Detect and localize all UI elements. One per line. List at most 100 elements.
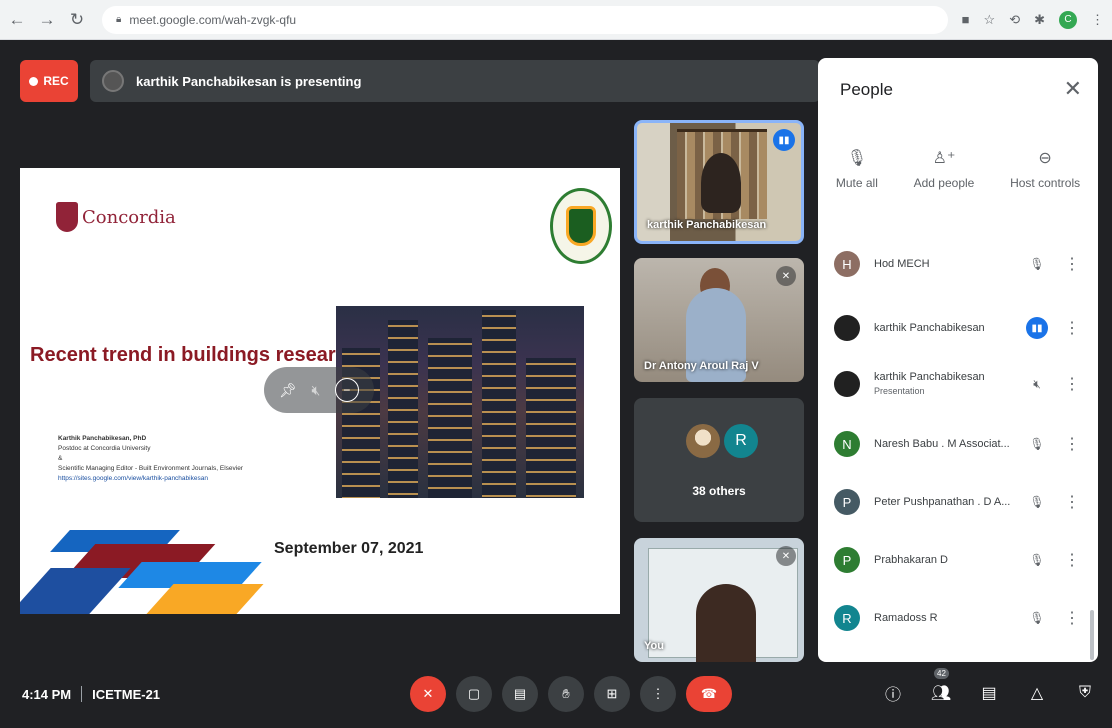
reload-icon[interactable]: ↻ [64,7,90,33]
add-person-icon: ♙⁺ [932,150,956,167]
participant-name-text: Hod MECH [874,258,930,270]
participant-name-text: Peter Pushpanathan . D A... [874,496,1011,508]
author-role: Postdoc at Concordia University [58,445,151,452]
speaking-indicator-icon: ▮▮ [773,129,795,151]
decorative-stripes [20,528,264,614]
mute-all-button[interactable]: 🎙︎ Mute all [836,148,878,190]
meeting-name: ICETME-21 [92,686,161,702]
phone-hangup-icon: ☎ [700,686,718,701]
more-icon[interactable]: ⋮ [1064,550,1080,570]
more-icon[interactable]: ⋮ [1064,608,1080,628]
mic-toggle-button[interactable]: ✕ [410,676,446,712]
mic-off-icon: ✕ [776,546,796,566]
sound-off-icon[interactable]: 🔇︎ [1026,373,1048,395]
top-banner: REC karthik Panchabikesan is presenting [20,60,820,102]
meeting-info: 4:14 PM ICETME-21 [22,686,160,702]
activities-button[interactable]: △ [1026,682,1048,704]
avatar [834,371,860,397]
mic-off-icon[interactable]: 🎙︎ [1026,607,1048,629]
extensions-area: ■ ☆ ⟲ ✱ C ⋮ [962,10,1104,29]
presenting-notice: karthik Panchabikesan is presenting [90,60,820,102]
slide-date: September 07, 2021 [274,540,424,557]
mic-off-icon: ✕ [422,686,434,701]
participant-name-text: karthik Panchabikesan [874,322,985,334]
more-icon[interactable]: ⋮ [1064,434,1080,454]
captions-icon: ▤ [513,686,527,701]
mic-off-icon: ✕ [776,266,796,286]
captions-button[interactable]: ▤ [502,676,538,712]
bottom-bar: 4:14 PM ICETME-21 ✕ ▢ ▤ ✋︎ ⊞ ⋮ ☎ ⓘ 👥︎ 42… [0,664,1112,728]
participant-name: karthik Panchabikesan Presentation [874,370,1014,398]
participant-row[interactable]: N Naresh Babu . M Associat... 🎙︎ ⋮ [818,416,1088,472]
participant-row[interactable]: karthik Panchabikesan Presentation 🔇︎ ⋮ [818,356,1088,412]
others-tile[interactable]: R 38 others [634,398,804,522]
activities-icon: △ [1030,685,1044,702]
self-tile[interactable]: ✕ You [634,538,804,662]
pin-icon[interactable]: 📌︎ [279,382,297,399]
participant-row[interactable]: R Ramadoss R 🎙︎ ⋮ [818,590,1088,646]
participant-name-text: Naresh Babu . M Associat... [874,438,1010,450]
call-controls: ✕ ▢ ▤ ✋︎ ⊞ ⋮ ☎ [410,676,732,712]
camera-icon[interactable]: ■ [962,12,970,27]
toggle-icon: ⊖ [1038,150,1052,167]
camera-toggle-button[interactable]: ▢ [456,676,492,712]
people-panel: People ✕ 🎙︎ Mute all ♙⁺ Add people ⊖ Hos… [818,58,1098,662]
meeting-details-button[interactable]: ⓘ [882,682,904,704]
people-button[interactable]: 👥︎ 42 [930,668,952,704]
participant-row[interactable]: H Hod MECH 🎙︎ ⋮ [818,236,1088,292]
participant-row[interactable]: P Prabhakaran D 🎙︎ ⋮ [818,532,1088,588]
participant-name: Peter Pushpanathan . D A... [874,495,1014,509]
participant-name-text: karthik Panchabikesan [874,371,985,383]
close-icon[interactable]: ✕ [1064,76,1082,102]
participant-row[interactable]: karthik Panchabikesan ▮▮ ⋮ [818,300,1088,356]
mute-presentation-icon[interactable]: 🔇︎ [311,382,320,399]
participant-tile-presenter[interactable]: ▮▮ karthik Panchabikesan [634,120,804,244]
address-bar[interactable]: 🔒︎ meet.google.com/wah-zvgk-qfu [102,5,948,34]
participant-row[interactable]: P Peter Pushpanathan . D A... 🎙︎ ⋮ [818,474,1088,530]
mic-off-icon: 🎙︎ [846,150,868,167]
more-icon[interactable]: ⋮ [1064,374,1080,394]
mic-off-icon[interactable]: 🎙︎ [1026,433,1048,455]
remove-icon[interactable]: − [334,378,359,402]
speaking-indicator-icon[interactable]: ▮▮ [1026,317,1048,339]
author-link[interactable]: https://sites.google.com/view/karthik-pa… [58,474,243,484]
presenter-avatar [102,70,124,92]
tile-name: Dr Antony Aroul Raj V [644,360,759,372]
profile-avatar[interactable]: C [1059,10,1077,29]
hand-icon: ✋︎ [562,686,570,701]
forward-icon[interactable]: → [34,7,60,33]
extension-icon[interactable]: ⟲ [1009,12,1020,28]
mic-off-icon[interactable]: 🎙︎ [1026,549,1048,571]
bookmark-star-icon[interactable]: ☆ [984,12,996,28]
avatar: H [834,251,860,277]
mic-off-icon[interactable]: 🎙︎ [1026,491,1048,513]
present-button[interactable]: ⊞ [594,676,630,712]
participant-tile[interactable]: ✕ Dr Antony Aroul Raj V [634,258,804,382]
scrollbar[interactable] [1090,610,1094,660]
avatar: P [834,489,860,515]
participant-name: Ramadoss R [874,611,1014,625]
more-icon[interactable]: ⋮ [1064,492,1080,512]
chat-button[interactable]: ▤ [978,682,1000,704]
concordia-logo: Concordia [56,202,176,232]
panel-actions: 🎙︎ Mute all ♙⁺ Add people ⊖ Host control… [818,148,1098,190]
panel-title: People [840,80,893,99]
leave-call-button[interactable]: ☎ [686,676,732,712]
back-icon[interactable]: ← [4,7,30,33]
more-options-button[interactable]: ⋮ [640,676,676,712]
more-icon[interactable]: ⋮ [1064,254,1080,274]
raise-hand-button[interactable]: ✋︎ [548,676,584,712]
side-controls: ⓘ 👥︎ 42 ▤ △ ⛨ [882,668,1096,704]
puzzle-icon[interactable]: ✱ [1034,12,1045,28]
mic-off-icon[interactable]: 🎙︎ [1026,253,1048,275]
add-people-button[interactable]: ♙⁺ Add people [914,148,975,190]
avatar [686,424,720,458]
participant-name-text: Ramadoss R [874,612,938,624]
host-controls-button[interactable]: ⊖ Host controls [1010,148,1080,190]
author-extra: & [58,455,63,462]
host-controls-bottom-button[interactable]: ⛨ [1074,682,1096,704]
college-seal-logo [550,188,612,264]
browser-toolbar: ← → ↻ 🔒︎ meet.google.com/wah-zvgk-qfu ■ … [0,0,1112,40]
menu-icon[interactable]: ⋮ [1091,12,1104,28]
more-icon[interactable]: ⋮ [1064,318,1080,338]
